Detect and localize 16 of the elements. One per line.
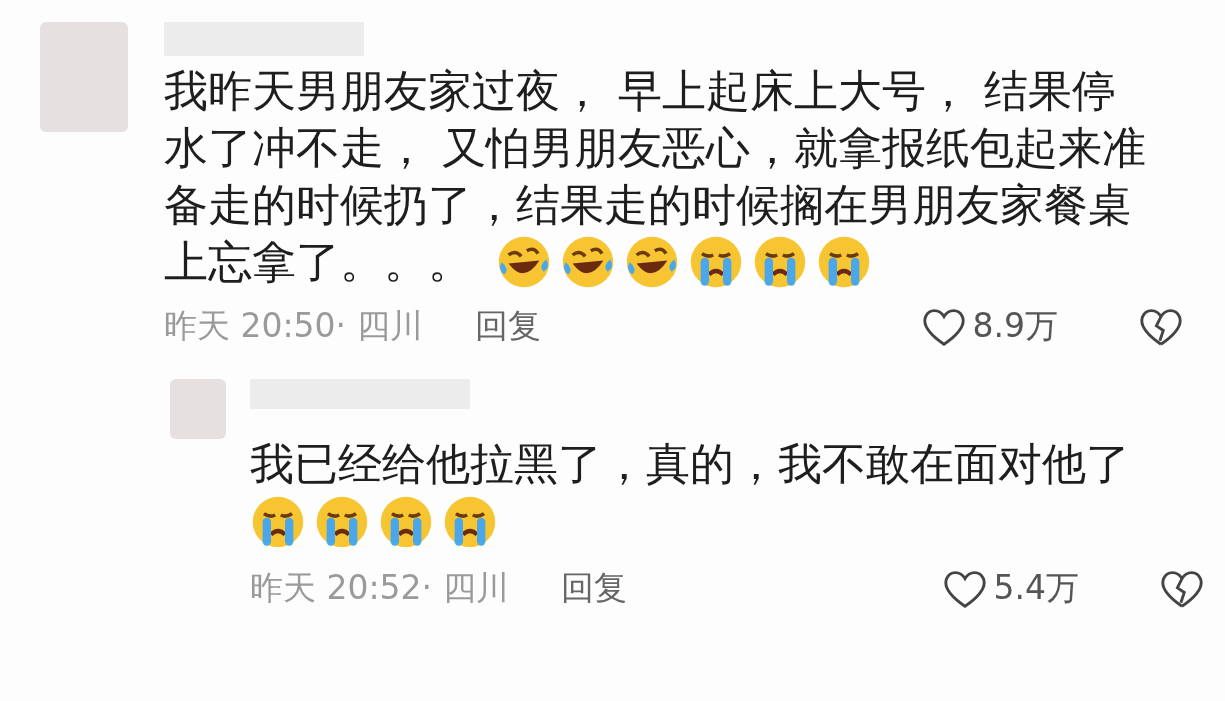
comment-text-line: 水了冲不走， 又怕男朋友恶心，就拿报纸包起来准 [164,121,1146,175]
reply-link[interactable]: 回复 [560,566,627,611]
comment-time-location: 昨天 20:52· 四川 [250,567,509,609]
comment-text-line: 备走的时候扔了，结果走的时候搁在男朋友家餐桌 [164,178,1132,232]
comment-text-line: 上忘拿了。。。 [164,235,472,289]
crying-face-icon [378,494,434,550]
comment-text-line: 我昨天男朋友家过夜， 早上起床上大号， 结果停 [164,64,1116,118]
reply-link[interactable]: 回复 [474,304,541,349]
crying-face-icon [442,494,498,550]
comment-text-line: 我已经给他拉黑了，真的，我不敢在面对他了 [250,437,1130,491]
comment-time-location: 昨天 20:50· 四川 [164,305,423,347]
blurred-avatar [170,379,226,439]
crying-face-icon [250,494,306,550]
like-count: 8.9万 [972,305,1058,347]
like-count: 5.4万 [993,567,1079,609]
crying-face-icon [314,494,370,550]
